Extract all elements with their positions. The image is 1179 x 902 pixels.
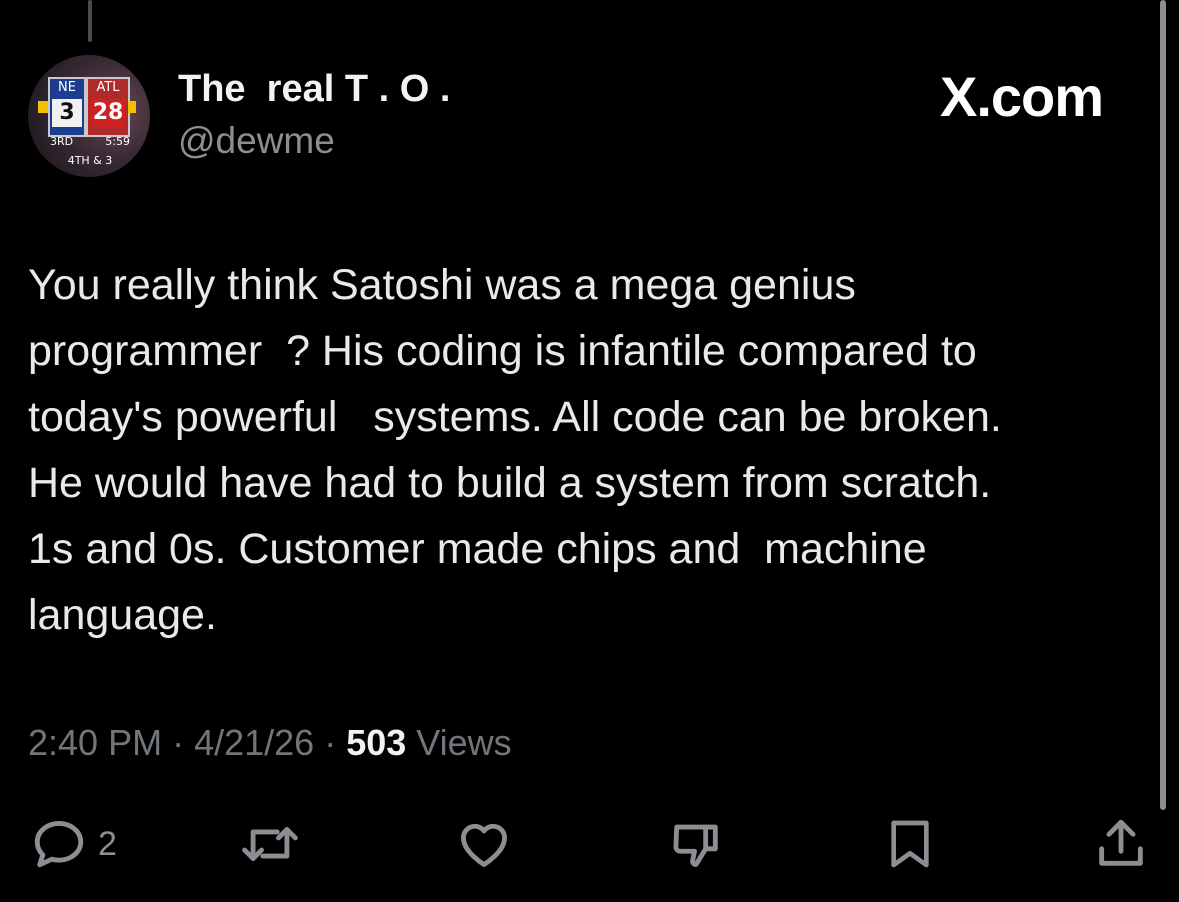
scoreboard-bar-right [128, 101, 136, 113]
bookmark-icon [891, 820, 929, 868]
scoreboard-info: 3RD 5:59 4TH & 3 [46, 135, 134, 167]
dislike-icon [673, 824, 718, 867]
repost-button[interactable] [238, 814, 302, 874]
reply-count: 2 [98, 824, 117, 863]
tweet-meta: 2:40 PM · 4/21/26 · 503 Views [28, 722, 512, 763]
team-right-label: ATL [96, 80, 120, 95]
tweet-time[interactable]: 2:40 PM [28, 722, 162, 763]
tweet-date[interactable]: 4/21/26 [194, 722, 314, 763]
author-handle[interactable]: @dewme [178, 120, 335, 162]
author-display-name[interactable]: The real T . O . [178, 68, 450, 111]
scoreboard-quarter: 3RD [50, 135, 74, 148]
thread-connector-line [88, 0, 92, 42]
team-left-score: 3 [52, 99, 82, 127]
scrollbar[interactable] [1160, 0, 1166, 810]
scoreboard-down: 4TH & 3 [67, 154, 113, 167]
views-label: Views [416, 722, 512, 763]
reply-icon [34, 821, 84, 868]
views-count[interactable]: 503 [346, 722, 406, 763]
avatar[interactable]: NE 3 ATL 28 3RD 5:59 4TH & 3 [28, 55, 150, 177]
reply-button[interactable]: 2 [30, 814, 117, 874]
like-icon [461, 823, 507, 867]
team-right-score: 28 [90, 99, 126, 127]
x-com-watermark: X.com [940, 65, 1104, 128]
repost-icon [242, 827, 298, 861]
team-left-label: NE [58, 80, 76, 95]
share-icon [1099, 819, 1143, 866]
scoreboard-team-left: NE 3 [48, 77, 86, 137]
share-button[interactable] [1092, 814, 1150, 874]
dislike-button[interactable] [666, 814, 726, 874]
scoreboard-bar-left [38, 101, 48, 113]
scoreboard-clock: 5:59 [105, 135, 130, 148]
bookmark-button[interactable] [882, 814, 938, 874]
tweet-text: You really think Satoshi was a mega geni… [28, 261, 1002, 639]
like-button[interactable] [454, 814, 514, 874]
scoreboard-team-right: ATL 28 [86, 77, 130, 137]
